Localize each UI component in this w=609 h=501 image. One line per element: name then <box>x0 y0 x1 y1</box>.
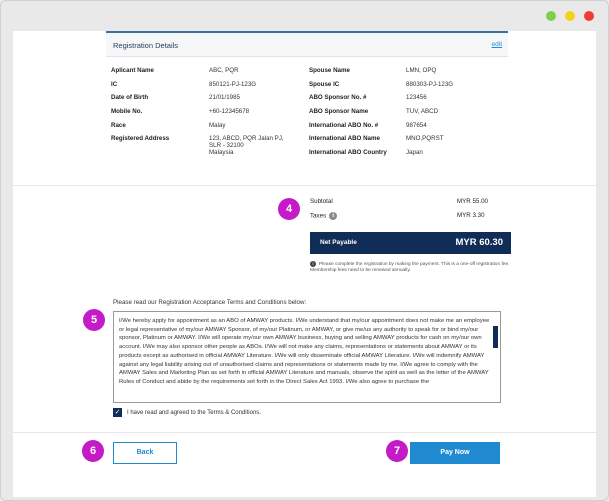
applicant-name-label: Aplicant Name <box>111 67 154 74</box>
abo-sponsor-name-label: ABO Sponsor Name <box>309 108 369 115</box>
net-payable-label: Net Payable <box>320 239 357 246</box>
browser-window: Registration Details edit Aplicant Name … <box>0 0 609 501</box>
date-of-birth-label: Date of Birth <box>111 94 149 101</box>
terms-textbox[interactable]: I/We hereby apply for appointment as an … <box>113 311 501 403</box>
intl-abo-country-value: Japan <box>406 149 423 156</box>
step-marker-5: 5 <box>83 309 105 331</box>
footer-divider <box>13 432 596 433</box>
payment-note-text: Please complete the registration by maki… <box>310 262 510 273</box>
terms-scrollbar[interactable] <box>493 326 498 348</box>
spouse-name-label: Spouse Name <box>309 67 350 74</box>
ic-value: 850121-PJ-123G <box>209 81 257 88</box>
back-button[interactable]: Back <box>113 442 177 464</box>
agree-checkbox[interactable]: ✓ <box>113 408 122 417</box>
step-marker-6: 6 <box>82 440 104 462</box>
terms-heading: Please read our Registration Acceptance … <box>113 299 307 306</box>
step-marker-4: 4 <box>278 198 300 220</box>
registration-details-title: Registration Details <box>113 41 179 50</box>
window-dot-yellow[interactable] <box>565 11 575 21</box>
window-dot-green[interactable] <box>546 11 556 21</box>
registered-address-label: Registered Address <box>111 135 170 142</box>
mobile-value: +60-12345678 <box>209 108 250 115</box>
intl-abo-no-value: 987654 <box>406 122 427 129</box>
window-dot-red[interactable] <box>584 11 594 21</box>
agree-label: I have read and agreed to the Terms & Co… <box>127 409 261 416</box>
intl-abo-name-value: MNO,PQRST <box>406 135 444 142</box>
mobile-label: Mobile No. <box>111 108 143 115</box>
terms-text: I/We hereby apply for appointment as an … <box>119 318 490 385</box>
date-of-birth-value: 21/01/1985 <box>209 94 240 101</box>
spouse-ic-value: 880303-PJ-123G <box>406 81 454 88</box>
subtotal-label: Subtotal <box>310 198 333 205</box>
intl-abo-name-label: International ABO Name <box>309 135 380 142</box>
registration-details-header: Registration Details edit <box>106 31 508 57</box>
abo-sponsor-no-value: 123456 <box>406 94 427 101</box>
taxes-row: Taxes i <box>310 212 338 220</box>
subtotal-value: MYR 55.00 <box>457 198 488 205</box>
race-label: Race <box>111 122 126 129</box>
agree-row[interactable]: ✓ I have read and agreed to the Terms & … <box>113 408 261 417</box>
abo-sponsor-name-value: TUV, ABCD <box>406 108 439 115</box>
page-content: Registration Details edit Aplicant Name … <box>13 31 596 497</box>
section-divider <box>13 185 596 186</box>
edit-link[interactable]: edit <box>492 41 502 48</box>
applicant-name-value: ABC, PQR <box>209 67 239 74</box>
ic-label: IC <box>111 81 118 88</box>
intl-abo-no-label: International ABO No. # <box>309 122 379 129</box>
note-info-icon: i <box>310 261 316 267</box>
registered-address-line-3: Malaysia <box>209 149 234 156</box>
race-value: Malay <box>209 122 226 129</box>
net-payable-bar: Net Payable MYR 60.30 <box>310 232 511 254</box>
net-payable-value: MYR 60.30 <box>455 237 503 248</box>
intl-abo-country-label: International ABO Country <box>309 149 387 156</box>
taxes-value: MYR 3.30 <box>457 212 485 219</box>
payment-note: i Please complete the registration by mak… <box>310 261 515 274</box>
step-marker-7: 7 <box>386 440 408 462</box>
spouse-ic-label: Spouse IC <box>309 81 340 88</box>
spouse-name-value: LMN, OPQ <box>406 67 437 74</box>
window-controls <box>546 11 594 21</box>
pay-now-button[interactable]: Pay Now <box>410 442 500 464</box>
info-icon[interactable]: i <box>329 212 338 220</box>
abo-sponsor-no-label: ABO Sponsor No. # <box>309 94 367 101</box>
taxes-label: Taxes <box>310 212 327 220</box>
